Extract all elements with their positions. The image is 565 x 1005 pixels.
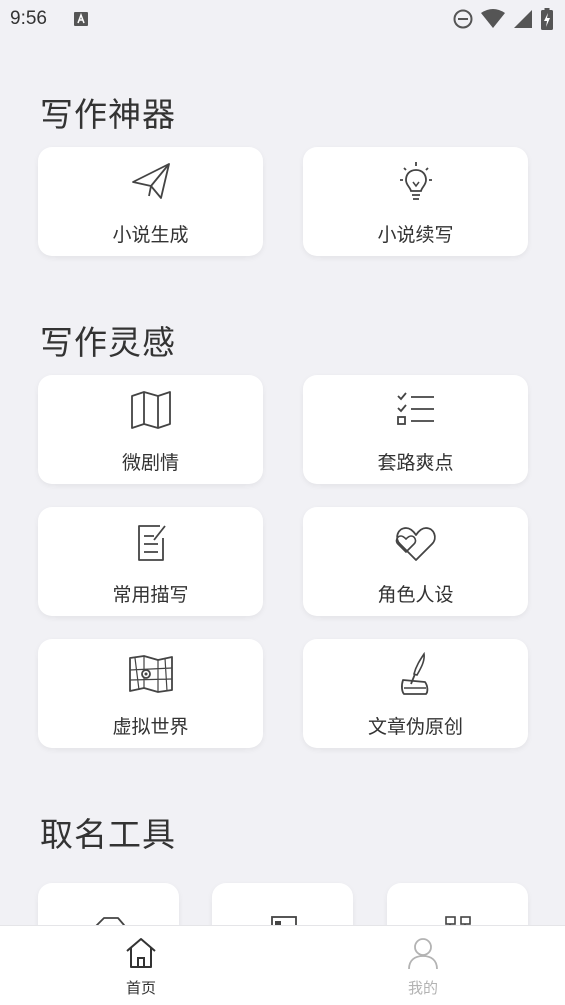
light-bulb-icon bbox=[399, 162, 432, 200]
card-label: 小说生成 bbox=[112, 224, 189, 246]
card-character-setting[interactable]: 角色人设 bbox=[303, 507, 528, 616]
section-title-naming: 取名工具 bbox=[40, 815, 176, 854]
do-not-disturb-icon bbox=[453, 9, 473, 29]
section-title-writing-tools: 写作神器 bbox=[40, 95, 176, 134]
wifi-icon bbox=[481, 9, 505, 28]
world-map-icon bbox=[128, 655, 173, 693]
battery-charging-icon bbox=[541, 8, 553, 30]
edit-note-icon bbox=[137, 525, 166, 561]
card-label: 角色人设 bbox=[377, 584, 454, 606]
map-icon bbox=[130, 391, 171, 429]
card-label: 常用描写 bbox=[112, 584, 189, 606]
status-time: 9:56 bbox=[10, 8, 47, 29]
status-bar: 9:56 bbox=[0, 0, 565, 38]
user-icon bbox=[408, 938, 438, 970]
card-label: 微剧情 bbox=[121, 452, 179, 474]
hearts-icon bbox=[395, 527, 436, 561]
card-label: 文章伪原创 bbox=[367, 716, 463, 738]
card-novel-continue[interactable]: 小说续写 bbox=[303, 147, 528, 256]
section-title-inspiration: 写作灵感 bbox=[40, 323, 176, 362]
nav-item-home[interactable]: 首页 bbox=[71, 926, 211, 1005]
bottom-nav: 首页 我的 bbox=[0, 925, 565, 1005]
status-icons bbox=[453, 8, 553, 30]
quill-ink-icon bbox=[400, 652, 428, 695]
paper-plane-icon bbox=[131, 163, 170, 199]
card-tropes[interactable]: 套路爽点 bbox=[303, 375, 528, 484]
home-icon bbox=[126, 938, 156, 968]
card-virtual-world[interactable]: 虚拟世界 bbox=[38, 639, 263, 748]
nav-label-home: 首页 bbox=[125, 979, 156, 997]
checklist-icon bbox=[396, 392, 434, 425]
card-pseudo-original[interactable]: 文章伪原创 bbox=[303, 639, 528, 748]
nav-item-mine[interactable]: 我的 bbox=[353, 926, 493, 1005]
card-micro-plot[interactable]: 微剧情 bbox=[38, 375, 263, 484]
card-label: 虚拟世界 bbox=[112, 716, 189, 738]
card-common-descriptions[interactable]: 常用描写 bbox=[38, 507, 263, 616]
a-notification-icon bbox=[74, 12, 88, 26]
card-label: 套路爽点 bbox=[377, 452, 454, 474]
nav-label-mine: 我的 bbox=[407, 979, 438, 997]
signal-icon bbox=[514, 10, 532, 28]
card-label: 小说续写 bbox=[377, 224, 454, 246]
card-novel-generate[interactable]: 小说生成 bbox=[38, 147, 263, 256]
